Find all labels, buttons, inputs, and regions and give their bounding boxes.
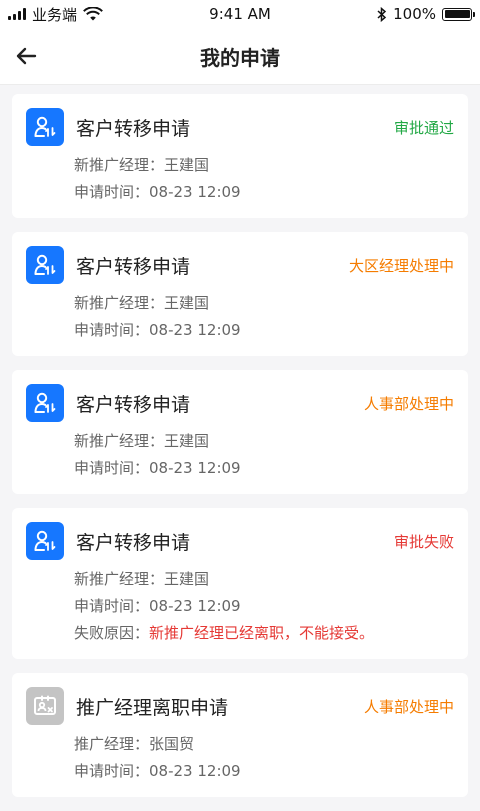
detail-label: 申请时间：: [74, 459, 150, 477]
detail-row: 申请时间：08-23 12:09: [74, 317, 454, 344]
battery-percent: 100%: [393, 5, 436, 23]
detail-label: 新推广经理：: [74, 294, 165, 312]
detail-row: 失败原因：新推广经理已经离职，不能接受。: [74, 620, 454, 647]
application-card[interactable]: 推广经理离职申请 人事部处理中 推广经理：张国贸 申请时间：08-23 12:09: [12, 673, 468, 797]
detail-value: 王建国: [164, 294, 210, 312]
card-header: 推广经理离职申请 人事部处理中: [26, 687, 454, 725]
detail-label: 推广经理：: [74, 735, 150, 753]
card-title: 推广经理离职申请: [76, 696, 229, 719]
detail-label: 申请时间：: [74, 321, 150, 339]
back-button[interactable]: [12, 42, 40, 70]
card-header: 客户转移申请 审批失败: [26, 522, 454, 560]
detail-value: 08-23 12:09: [149, 183, 241, 201]
detail-label: 新推广经理：: [74, 156, 165, 174]
detail-value: 08-23 12:09: [149, 597, 241, 615]
status-right: 100%: [377, 5, 480, 23]
wifi-icon: [83, 7, 103, 21]
card-title: 客户转移申请: [76, 255, 191, 278]
detail-label: 申请时间：: [74, 597, 150, 615]
bluetooth-icon: [377, 6, 387, 22]
detail-value: 新推广经理已经离职，不能接受。: [149, 624, 375, 642]
status-badge: 人事部处理中: [363, 394, 454, 413]
detail-value: 08-23 12:09: [149, 321, 241, 339]
detail-label: 新推广经理：: [74, 570, 165, 588]
detail-value: 张国贸: [149, 735, 195, 753]
detail-label: 申请时间：: [74, 183, 150, 201]
card-title: 客户转移申请: [76, 531, 191, 554]
card-header: 客户转移申请 人事部处理中: [26, 384, 454, 422]
card-body: 新推广经理：王建国 申请时间：08-23 12:09: [26, 290, 454, 344]
application-list: 客户转移申请 审批通过 新推广经理：王建国 申请时间：08-23 12:09 客户转移申…: [12, 94, 468, 811]
status-badge: 人事部处理中: [363, 697, 454, 716]
nav-bar: 我的申请: [0, 28, 480, 85]
detail-row: 新推广经理：王建国: [74, 566, 454, 593]
detail-label: 新推广经理：: [74, 432, 165, 450]
detail-row: 申请时间：08-23 12:09: [74, 455, 454, 482]
id-card-resign-icon: [26, 687, 64, 725]
arrow-left-icon: [16, 47, 37, 65]
card-body: 推广经理：张国贸 申请时间：08-23 12:09: [26, 731, 454, 785]
detail-row: 申请时间：08-23 12:09: [74, 593, 454, 620]
detail-label: 失败原因：: [74, 624, 150, 642]
user-transfer-icon: [26, 246, 64, 284]
user-transfer-icon: [26, 384, 64, 422]
detail-row: 申请时间：08-23 12:09: [74, 758, 454, 785]
detail-row: 新推广经理：王建国: [74, 290, 454, 317]
application-card[interactable]: 客户转移申请 审批通过 新推广经理：王建国 申请时间：08-23 12:09: [12, 94, 468, 218]
status-left: 业务端: [0, 4, 103, 25]
card-header: 客户转移申请 大区经理处理中: [26, 246, 454, 284]
status-badge: 审批通过: [393, 118, 454, 137]
card-body: 新推广经理：王建国 申请时间：08-23 12:09: [26, 152, 454, 206]
detail-row: 推广经理：张国贸: [74, 731, 454, 758]
detail-value: 王建国: [164, 156, 210, 174]
card-title: 客户转移申请: [76, 117, 191, 140]
detail-row: 申请时间：08-23 12:09: [74, 179, 454, 206]
detail-row: 新推广经理：王建国: [74, 428, 454, 455]
detail-value: 08-23 12:09: [149, 459, 241, 477]
detail-value: 王建国: [164, 432, 210, 450]
status-bar: 业务端 9:41 AM 100%: [0, 0, 480, 28]
page-title: 我的申请: [200, 45, 280, 70]
card-header: 客户转移申请 审批通过: [26, 108, 454, 146]
detail-label: 申请时间：: [74, 762, 150, 780]
user-transfer-icon: [26, 108, 64, 146]
detail-value: 王建国: [164, 570, 210, 588]
status-badge: 大区经理处理中: [348, 256, 454, 275]
detail-value: 08-23 12:09: [149, 762, 241, 780]
status-badge: 审批失败: [393, 532, 454, 551]
signal-icon: [8, 8, 26, 20]
user-transfer-icon: [26, 522, 64, 560]
card-body: 新推广经理：王建国 申请时间：08-23 12:09 失败原因：新推广经理已经离职，…: [26, 566, 454, 647]
detail-row: 新推广经理：王建国: [74, 152, 454, 179]
application-card[interactable]: 客户转移申请 人事部处理中 新推广经理：王建国 申请时间：08-23 12:09: [12, 370, 468, 494]
battery-icon: [442, 7, 475, 21]
application-card[interactable]: 客户转移申请 审批失败 新推广经理：王建国 申请时间：08-23 12:09 失败原因：…: [12, 508, 468, 659]
card-title: 客户转移申请: [76, 393, 191, 416]
card-body: 新推广经理：王建国 申请时间：08-23 12:09: [26, 428, 454, 482]
application-card[interactable]: 客户转移申请 大区经理处理中 新推广经理：王建国 申请时间：08-23 12:09: [12, 232, 468, 356]
carrier-label: 业务端: [32, 5, 78, 24]
